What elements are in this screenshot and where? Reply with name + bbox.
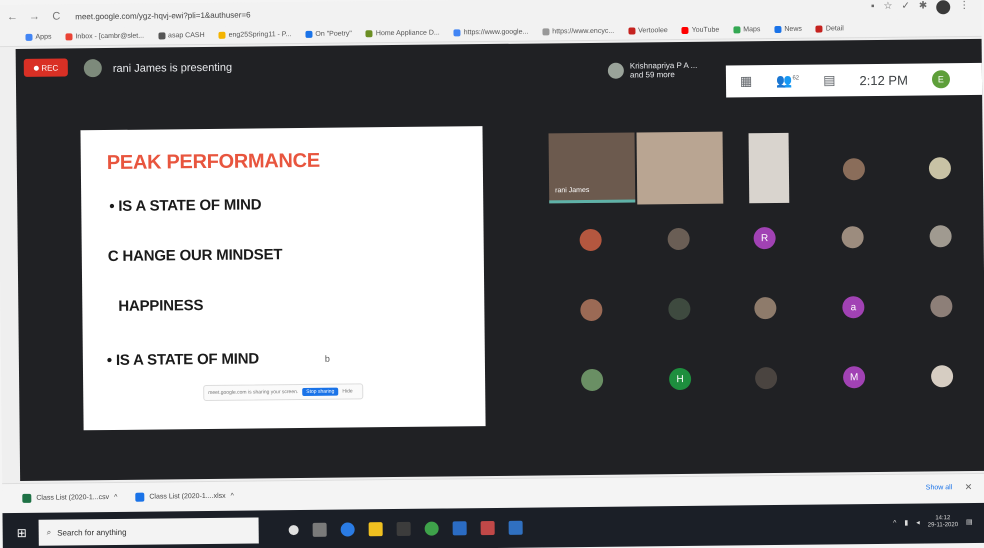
participant-avatar[interactable] xyxy=(842,158,866,181)
forward-icon[interactable]: → xyxy=(27,11,41,23)
bookmark-item[interactable]: On "Poetry" xyxy=(305,30,352,38)
star-icon[interactable]: ☆ xyxy=(883,1,892,15)
recording-badge: REC xyxy=(23,58,68,77)
people-icon[interactable]: 👥62 xyxy=(776,73,799,89)
participant-avatar[interactable]: M xyxy=(842,366,866,389)
system-tray: ^ ▮ ◂ 14:12 29-11-2020 ▤ xyxy=(893,515,973,530)
search-icon: ⌕ xyxy=(46,527,52,537)
participant-name: Krishnapriya P A ... xyxy=(629,60,698,71)
bookmark-item[interactable]: Vertoolee xyxy=(628,27,668,35)
word-icon[interactable] xyxy=(508,520,523,535)
cortana-icon[interactable] xyxy=(288,525,299,536)
participant-avatar[interactable] xyxy=(928,157,952,180)
presenting-label: rani James is presenting xyxy=(112,61,233,75)
slide-line: C HANGE OUR MINDSET xyxy=(107,246,283,266)
edge-icon[interactable] xyxy=(340,522,355,537)
profile-icon[interactable] xyxy=(936,0,951,15)
self-avatar[interactable]: E xyxy=(931,70,950,89)
slide-line: HAPPINESS xyxy=(118,297,204,315)
participant-avatar[interactable] xyxy=(754,297,777,320)
show-all-link[interactable]: Show all xyxy=(926,484,953,491)
participant-photo xyxy=(607,62,624,79)
windows-start-icon[interactable]: ⊞ xyxy=(9,520,35,546)
puzzle-icon[interactable]: ✱ xyxy=(919,0,928,14)
chat-icon[interactable]: ▤ xyxy=(823,72,835,88)
bookmark-item[interactable]: Inbox - [cambr@slet... xyxy=(65,33,144,41)
tray-chevron-icon[interactable]: ^ xyxy=(893,519,896,526)
cast-icon[interactable]: ▪ xyxy=(871,1,875,15)
grid-layout-icon[interactable]: ▦ xyxy=(740,73,752,89)
bookmark-item[interactable]: Detail xyxy=(815,25,844,33)
taskbar-clock[interactable]: 14:12 29-11-2020 xyxy=(928,515,958,529)
participant-avatar[interactable] xyxy=(668,297,691,321)
meet-top-panel: ▦ 👥62 ▤ 2:12 PM E xyxy=(725,62,983,98)
task-view-icon[interactable] xyxy=(312,522,327,537)
stop-sharing-button[interactable]: Stop sharing xyxy=(302,387,339,396)
hide-button[interactable]: Hide xyxy=(342,388,352,394)
participant-avatar[interactable]: H xyxy=(668,367,692,391)
participant-avatar[interactable] xyxy=(581,368,604,392)
presentation-slide: PEAK PERFORMANCE • IS A STATE OF MIND C … xyxy=(80,126,486,431)
pinned-apps xyxy=(288,520,523,537)
participant-avatar[interactable]: a xyxy=(842,296,865,319)
app-icon[interactable] xyxy=(480,520,495,536)
chrome-icon[interactable] xyxy=(424,521,439,536)
chevron-up-icon[interactable]: ^ xyxy=(231,493,234,500)
participant-avatar[interactable] xyxy=(930,365,954,388)
search-placeholder: Search for anything xyxy=(57,527,127,538)
chrome-file-icon xyxy=(135,492,145,502)
bookmark-item[interactable]: Maps xyxy=(733,26,760,34)
download-item[interactable]: Class List (2020-1....xlsx ^ xyxy=(135,492,234,502)
slide-line: • IS A STATE OF MIND xyxy=(109,196,262,216)
participant-avatar[interactable] xyxy=(930,295,953,318)
extension-icon[interactable]: ✓ xyxy=(901,1,910,15)
mail-icon[interactable] xyxy=(452,521,467,536)
file-explorer-icon[interactable] xyxy=(368,522,383,537)
close-icon[interactable]: ✕ xyxy=(965,482,973,493)
bookmark-item[interactable]: https://www.encyc... xyxy=(542,28,614,36)
screen: ← → C meet.google.com/ygz-hqvj-ewi?pli=1… xyxy=(0,0,984,548)
participant-avatar[interactable] xyxy=(580,298,603,322)
download-item[interactable]: Class List (2020-1...csv ^ xyxy=(22,493,117,503)
chevron-up-icon[interactable]: ^ xyxy=(114,494,117,501)
slide-title: PEAK PERFORMANCE xyxy=(106,149,320,175)
bookmark-item[interactable]: eng25Spring11 - P... xyxy=(218,31,291,39)
participant-avatar[interactable] xyxy=(667,227,690,251)
video-tile[interactable] xyxy=(636,131,724,205)
bookmark-item[interactable]: YouTube xyxy=(681,27,719,34)
back-icon[interactable]: ← xyxy=(5,11,19,23)
participant-more: and 59 more xyxy=(629,70,675,80)
extension-icons: ▪ ☆ ✓ ✱ ⋮ xyxy=(871,0,969,15)
video-tile[interactable] xyxy=(748,132,790,204)
participants-chip[interactable]: Krishnapriya P A ... and 59 more xyxy=(607,60,698,80)
reload-icon[interactable]: C xyxy=(49,10,63,23)
battery-icon[interactable]: ▮ xyxy=(904,519,908,527)
url-field[interactable]: meet.google.com/ygz-hqvj-ewi?pli=1&authu… xyxy=(75,10,250,21)
bookmark-item[interactable]: asap CASH xyxy=(157,32,205,40)
participant-avatar[interactable]: R xyxy=(753,227,776,250)
presenter-avatar xyxy=(83,59,102,78)
taskbar-search[interactable]: ⌕ Search for anything xyxy=(38,517,259,546)
bookmark-item[interactable]: Home Appliance D... xyxy=(365,30,440,38)
notifications-icon[interactable]: ▤ xyxy=(966,518,973,526)
participant-avatar[interactable] xyxy=(929,225,952,248)
screen-share-bar: meet.google.com is sharing your screen. … xyxy=(203,383,364,402)
cursor-icon: b xyxy=(324,353,330,364)
csv-file-icon xyxy=(22,493,32,503)
participant-avatar[interactable] xyxy=(841,226,864,249)
meeting-time: 2:12 PM xyxy=(859,72,908,88)
store-icon[interactable] xyxy=(396,521,411,537)
participant-avatar[interactable] xyxy=(579,228,602,252)
participant-avatar[interactable] xyxy=(754,367,778,390)
bookmark-item[interactable]: Apps xyxy=(25,34,52,41)
bookmark-item[interactable]: News xyxy=(774,26,802,34)
menu-icon[interactable]: ⋮ xyxy=(959,0,969,14)
slide-line: • IS A STATE OF MIND xyxy=(106,350,260,370)
bookmark-item[interactable]: https://www.google... xyxy=(453,29,528,37)
share-bar-text: meet.google.com is sharing your screen. xyxy=(208,389,299,396)
tile-name: rani James xyxy=(555,186,590,195)
video-tile-presenter[interactable]: rani James xyxy=(548,132,636,204)
meet-stage: REC rani James is presenting Krishnapriy… xyxy=(15,38,984,481)
volume-icon[interactable]: ◂ xyxy=(916,519,920,527)
